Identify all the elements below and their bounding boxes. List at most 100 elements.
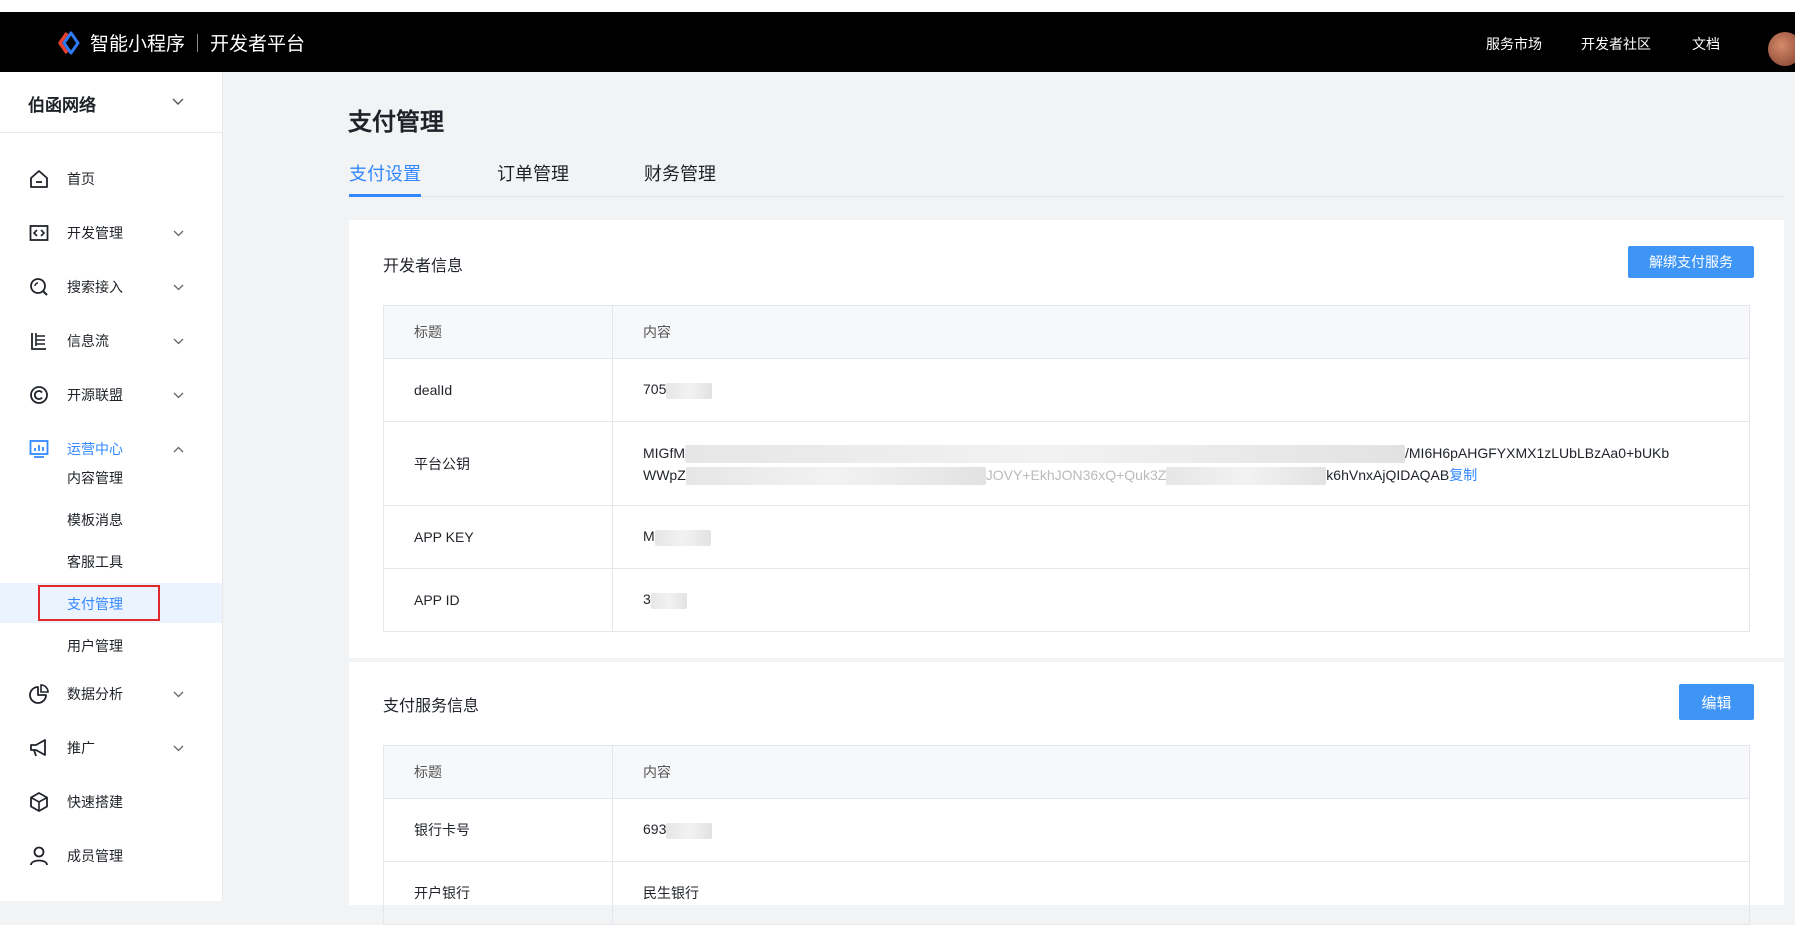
chevron-down-icon	[173, 392, 184, 398]
tab-order-management[interactable]: 订单管理	[497, 160, 569, 194]
row-label: APP KEY	[383, 505, 613, 569]
table-row: 平台公钥 MIGfM/MI6H6pAHGFYXMX1zLUbLBzAa0+bUK…	[383, 421, 1750, 506]
table-header-row: 标题 内容	[383, 745, 1750, 799]
nav-developer-community[interactable]: 开发者社区	[1581, 34, 1651, 54]
payment-service-info-card: 支付服务信息 编辑 标题 内容 银行卡号 693 开户银行 民生银行	[349, 658, 1784, 925]
sidebar-divider	[0, 132, 222, 133]
key-line1-start: MIGfM	[643, 444, 685, 461]
table-row: 银行卡号 693	[383, 798, 1750, 862]
deal-id-value: 705	[643, 381, 667, 398]
brand-subtitle: 开发者平台	[210, 34, 306, 55]
developer-info-table: 标题 内容 dealId 705 平台公钥 MIGfM/MI6H6pAHGFYX…	[383, 305, 1750, 632]
key-line2-start: WWpZ	[643, 466, 686, 483]
row-value: 693	[612, 798, 1750, 862]
megaphone-icon	[30, 739, 46, 757]
row-label: APP ID	[383, 568, 613, 632]
key-line2-partial: JOVY+EkhJON36xQ+Quk3Z	[985, 466, 1167, 483]
sidebar-item-home[interactable]: 首页	[0, 159, 222, 199]
sidebar-subitem-label: 模板消息	[67, 512, 123, 528]
avatar[interactable]	[1768, 32, 1795, 66]
app-id-value: 3	[643, 591, 651, 608]
row-label: 开户银行	[383, 861, 613, 925]
sidebar-item-open-source[interactable]: 开源联盟	[0, 375, 222, 415]
sidebar-item-label: 推广	[67, 740, 95, 756]
table-row: APP ID 3	[383, 568, 1750, 632]
tab-payment-settings[interactable]: 支付设置	[349, 160, 421, 197]
edit-button[interactable]: 编辑	[1679, 684, 1754, 720]
brand[interactable]: 智能小程序 开发者平台	[90, 29, 305, 56]
nav-service-market[interactable]: 服务市场	[1486, 34, 1542, 54]
column-header-title: 标题	[383, 745, 613, 799]
row-label: 银行卡号	[383, 798, 613, 862]
sidebar-item-promotion[interactable]: 推广	[0, 728, 222, 768]
table-row: dealId 705	[383, 358, 1750, 422]
sidebar-item-label: 成员管理	[67, 848, 123, 864]
sidebar-item-label: 运营中心	[67, 441, 123, 457]
sidebar-subitem-label: 客服工具	[67, 554, 123, 570]
sidebar-item-dev-management[interactable]: 开发管理	[0, 213, 222, 253]
sidebar-subitem-content-management[interactable]: 内容管理	[0, 457, 222, 497]
sidebar-subitem-label: 用户管理	[67, 638, 123, 654]
column-header-title: 标题	[383, 305, 613, 359]
cube-icon	[30, 792, 48, 812]
sidebar-item-label: 数据分析	[67, 686, 123, 702]
chevron-down-icon	[173, 745, 184, 751]
redacted-blur	[1166, 466, 1327, 485]
tab-finance-management[interactable]: 财务管理	[644, 160, 716, 194]
sidebar-subitem-template-message[interactable]: 模板消息	[0, 499, 222, 539]
sidebar-subitem-customer-service[interactable]: 客服工具	[0, 541, 222, 581]
row-label: 平台公钥	[383, 421, 613, 506]
sidebar-item-data-analysis[interactable]: 数据分析	[0, 674, 222, 714]
sidebar-subitem-payment-management[interactable]: 支付管理	[0, 583, 222, 623]
search-icon	[30, 278, 48, 296]
app-key-value: M	[643, 528, 655, 545]
chevron-down-icon	[173, 691, 184, 697]
key-line1-end: /MI6H6pAHGFYXMX1zLUbLBzAa0+bUKb	[1405, 444, 1670, 461]
bank-card-value: 693	[643, 821, 667, 838]
chevron-down-icon	[173, 230, 184, 236]
brand-divider	[197, 33, 199, 52]
table-row: APP KEY M	[383, 505, 1750, 569]
chevron-down-icon	[173, 338, 184, 344]
row-label: dealId	[383, 358, 613, 422]
sidebar-item-label: 搜索接入	[67, 279, 123, 295]
sidebar-item-label: 信息流	[67, 333, 109, 349]
sidebar-item-search-access[interactable]: 搜索接入	[0, 267, 222, 307]
user-icon	[30, 846, 48, 866]
sidebar-item-label: 开发管理	[67, 225, 123, 241]
table-header-row: 标题 内容	[383, 305, 1750, 359]
sidebar-subitem-label: 支付管理	[67, 596, 123, 612]
home-icon	[30, 170, 48, 188]
redacted-blur	[685, 444, 1405, 463]
column-header-content: 内容	[612, 305, 1750, 359]
sidebar-subitem-user-management[interactable]: 用户管理	[0, 625, 222, 665]
redacted-blur	[650, 592, 687, 609]
bank-name-value: 民生银行	[612, 861, 1750, 925]
brand-name: 智能小程序	[90, 34, 186, 55]
redacted-blur	[685, 466, 986, 485]
row-value: M	[612, 505, 1750, 569]
unbind-payment-button[interactable]: 解绑支付服务	[1628, 246, 1754, 278]
card-title: 支付服务信息	[383, 698, 480, 715]
redacted-blur	[666, 382, 713, 399]
page-title: 支付管理	[348, 109, 444, 136]
sidebar-item-member-management[interactable]: 成员管理	[0, 836, 222, 876]
sidebar-item-quick-build[interactable]: 快速搭建	[0, 782, 222, 822]
table-row: 开户银行 民生银行	[383, 861, 1750, 925]
sidebar-item-label: 首页	[67, 171, 95, 187]
chevron-down-icon[interactable]	[172, 98, 184, 106]
sidebar-item-label: 快速搭建	[67, 794, 123, 810]
logo-icon[interactable]	[56, 30, 82, 56]
sidebar-item-feed[interactable]: 信息流	[0, 321, 222, 361]
public-key-value: MIGfM/MI6H6pAHGFYXMX1zLUbLBzAa0+bUKb WWp…	[612, 421, 1750, 506]
payment-info-table: 标题 内容 银行卡号 693 开户银行 民生银行	[383, 745, 1750, 925]
sidebar-subitem-label: 内容管理	[67, 470, 123, 486]
feed-icon	[31, 333, 46, 350]
code-icon	[29, 225, 49, 241]
nav-docs[interactable]: 文档	[1692, 34, 1720, 54]
org-switcher-label[interactable]: 伯函网络	[28, 91, 96, 116]
copy-link[interactable]: 复制	[1449, 467, 1477, 483]
row-value: 3	[612, 568, 1750, 632]
tab-bar: 支付设置 订单管理 财务管理	[348, 160, 1784, 197]
sidebar-item-label: 开源联盟	[67, 387, 123, 403]
